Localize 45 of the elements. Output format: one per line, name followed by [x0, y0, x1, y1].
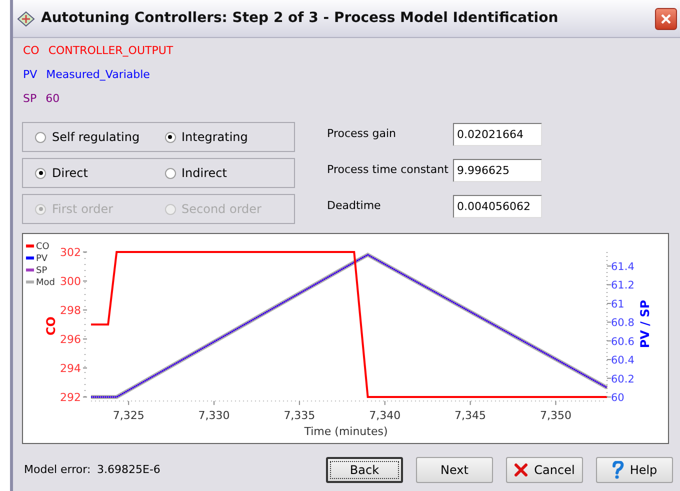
axis-tick-label: 7,335 — [284, 409, 316, 422]
radio-label: Direct — [52, 165, 88, 182]
parameter-label: Process gain — [327, 126, 397, 142]
axis-tick-label: 7,345 — [454, 409, 486, 422]
axis-tick-label: 294 — [60, 362, 81, 375]
window-title: Autotuning Controllers: Step 2 of 3 - Process Model Identification — [41, 9, 558, 28]
status-label: Model error: — [24, 462, 92, 478]
variable-tag: SP — [23, 91, 37, 108]
radio-label: Self regulating — [52, 129, 140, 146]
variable-tag: PV — [23, 67, 38, 84]
axis-tick-label: 61.2 — [611, 280, 634, 292]
axis-tick-label: 7,340 — [369, 409, 401, 422]
axis-tick-label: 60 — [611, 392, 624, 404]
axis-tick-label: 61 — [611, 298, 624, 310]
axis-title: CO — [44, 316, 58, 336]
axis-tick-label: 60.4 — [611, 354, 634, 367]
variable-tag: CO — [23, 43, 40, 60]
axis-title: PV / SP — [638, 300, 652, 348]
axis-tick-label: 7,350 — [540, 409, 572, 422]
axis-tick-label: 296 — [60, 333, 81, 346]
axis-tick-label: 60.6 — [611, 336, 634, 348]
axis-tick-label: 61.4 — [611, 261, 634, 274]
axis-title: Time (minutes) — [304, 425, 388, 438]
axis-tick-label: 300 — [60, 275, 81, 288]
radio-label: Integrating — [182, 129, 248, 146]
axis-tick-label: 7,325 — [112, 409, 144, 422]
legend-label: CO — [36, 242, 50, 252]
parameter-label: Deadtime — [327, 198, 382, 214]
legend-label: SP — [36, 266, 48, 276]
axis-tick-label: 302 — [60, 246, 81, 259]
variable-name: Measured_Variable — [46, 67, 150, 84]
radio-label: First order — [52, 201, 114, 218]
variable-name: CONTROLLER_OUTPUT — [48, 43, 174, 60]
axis-tick-label: 292 — [60, 391, 81, 404]
radio-label: Indirect — [182, 165, 227, 182]
status-value: 3.69825E-6 — [97, 462, 162, 478]
legend-label: Mod — [36, 278, 55, 288]
axis-tick-label: 7,330 — [198, 409, 230, 422]
legend-label: PV — [36, 254, 48, 264]
axis-tick-label: 60.8 — [611, 317, 634, 330]
axis-tick-label: 60.2 — [611, 373, 634, 386]
radio-label: Second order — [182, 201, 262, 218]
axis-tick-label: 298 — [60, 304, 81, 317]
parameter-label: Process time constant — [327, 162, 450, 178]
variable-name: 60 — [46, 91, 60, 108]
